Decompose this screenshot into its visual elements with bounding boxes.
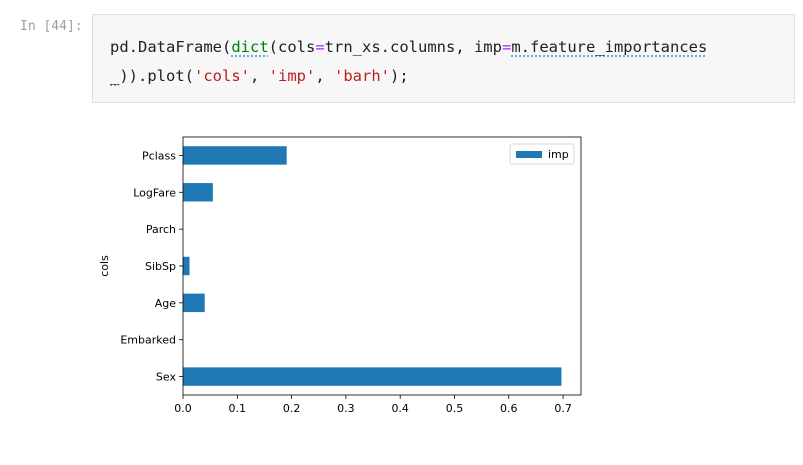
code-token: = bbox=[501, 38, 512, 56]
code-token: m.feature_importances bbox=[511, 38, 708, 56]
cell-output: Sex Embarked Age SibSp Parch LogFare Pclass 0.0… bbox=[92, 120, 592, 424]
legend-swatch bbox=[516, 151, 542, 158]
bar bbox=[183, 293, 205, 313]
code-token: , bbox=[250, 67, 269, 85]
code-token: _ bbox=[110, 67, 120, 85]
y-axis-label: cols bbox=[98, 255, 111, 277]
code-token: , bbox=[315, 67, 335, 85]
code-token: trn_xs.columns, imp bbox=[324, 38, 502, 56]
axes-frame bbox=[182, 136, 582, 396]
code-token: (cols bbox=[268, 38, 316, 56]
y-tick-label: Sex bbox=[156, 371, 177, 384]
code-text[interactable]: pd.DataFrame(dict(cols=trn_xs.columns, i… bbox=[110, 33, 707, 91]
code-line-1: pd.DataFrame(dict(cols=trn_xs.columns, i… bbox=[110, 38, 707, 56]
x-tick-label: 0.5 bbox=[446, 402, 464, 415]
code-token: dict bbox=[231, 38, 269, 56]
x-tick-label: 0.4 bbox=[391, 402, 409, 415]
y-tick-label: SibSp bbox=[145, 260, 176, 273]
y-tick-label: Age bbox=[155, 297, 177, 310]
y-tick-label: Parch bbox=[146, 223, 176, 236]
code-token: pd.DataFrame( bbox=[110, 38, 232, 56]
bar bbox=[183, 146, 287, 165]
code-token: 'imp' bbox=[268, 67, 316, 85]
x-tick-label: 0.6 bbox=[500, 402, 517, 415]
x-tick-label: 0.7 bbox=[554, 402, 572, 415]
code-editor[interactable]: pd.DataFrame(dict(cols=trn_xs.columns, i… bbox=[92, 14, 795, 103]
x-tick-label: 0.0 bbox=[174, 402, 192, 415]
y-tick-label: LogFare bbox=[133, 186, 176, 199]
bar bbox=[183, 367, 562, 386]
input-prompt: In [44]: bbox=[20, 19, 83, 34]
code-token: = bbox=[315, 38, 325, 56]
barh-chart: Sex Embarked Age SibSp Parch LogFare Pclass 0.0… bbox=[98, 136, 582, 415]
y-tick-label: Pclass bbox=[142, 149, 176, 162]
y-tick-label: Embarked bbox=[120, 334, 176, 347]
legend-label: imp bbox=[548, 148, 569, 161]
bar bbox=[183, 256, 190, 276]
code-line-2: _)).plot('cols', 'imp', 'barh'); bbox=[110, 67, 409, 85]
notebook-cell: In [44]: pd.DataFrame(dict(cols=trn_xs.c… bbox=[0, 0, 803, 465]
code-token: )).plot( bbox=[119, 67, 194, 85]
code-token: 'barh' bbox=[334, 67, 391, 85]
code-token: ); bbox=[390, 67, 409, 85]
x-tick-label: 0.2 bbox=[283, 402, 301, 415]
code-token: 'cols' bbox=[194, 67, 250, 85]
x-tick-label: 0.1 bbox=[229, 402, 247, 415]
x-tick-label: 0.3 bbox=[337, 402, 355, 415]
bar bbox=[183, 183, 213, 202]
